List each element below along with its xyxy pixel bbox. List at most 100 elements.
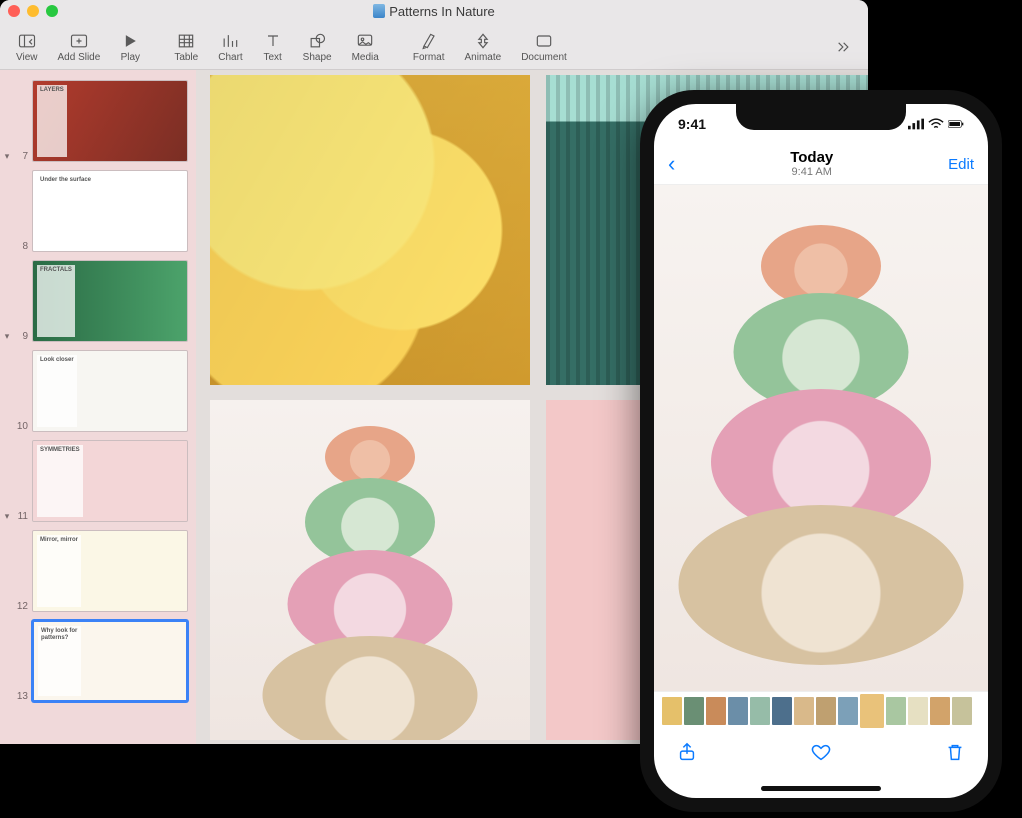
photo-strip-thumbnail[interactable] <box>838 697 858 725</box>
heart-icon <box>810 741 832 763</box>
slide-number: 13 <box>16 691 28 702</box>
slide-thumbnail[interactable]: 8 Under the surface <box>0 166 196 256</box>
document-label: Document <box>521 52 567 63</box>
photo-strip-thumbnail[interactable] <box>908 697 928 725</box>
back-button[interactable]: ‹ <box>668 151 675 177</box>
photo-strip-thumbnail[interactable] <box>750 697 770 725</box>
view-label: View <box>16 52 38 63</box>
image-honeycomb[interactable] <box>210 75 530 385</box>
table-icon <box>176 31 196 51</box>
photo-strip-thumbnail[interactable] <box>684 697 704 725</box>
slide-thumbnail-image[interactable]: SYMMETRIES <box>32 440 188 522</box>
chart-icon <box>220 31 240 51</box>
slide-thumbnail-image[interactable]: Mirror, mirror <box>32 530 188 612</box>
animate-button[interactable]: Animate <box>455 29 512 63</box>
photo-strip-thumbnail[interactable] <box>728 697 748 725</box>
media-label: Media <box>352 52 379 63</box>
slide-thumbnail-title: LAYERS <box>37 85 67 157</box>
window-titlebar: Patterns In Nature <box>0 0 868 22</box>
slide-thumbnail[interactable]: ▾ 9 FRACTALS <box>0 256 196 346</box>
close-window-button[interactable] <box>8 5 20 17</box>
document-icon <box>373 4 385 18</box>
slide-number: 10 <box>16 421 28 432</box>
favorite-button[interactable] <box>810 741 832 768</box>
home-indicator[interactable] <box>654 778 988 798</box>
photo-strip-thumbnail[interactable] <box>662 697 682 725</box>
play-button[interactable]: Play <box>110 29 150 63</box>
document-title: Patterns In Nature <box>58 4 810 19</box>
photo-title-time: 9:41 AM <box>792 166 832 179</box>
shape-label: Shape <box>303 52 332 63</box>
delete-button[interactable] <box>944 741 966 768</box>
slide-number: 9 <box>16 331 28 342</box>
toolbar-overflow-button[interactable] <box>822 35 862 57</box>
slide-thumbnail[interactable]: 10 Look closer <box>0 346 196 436</box>
chart-button[interactable]: Chart <box>208 29 252 63</box>
play-icon <box>120 31 140 51</box>
photos-nav-header: ‹ Today 9:41 AM Edit <box>654 144 988 184</box>
slide-thumbnail-title: SYMMETRIES <box>37 445 83 517</box>
photo-thumbnail-strip[interactable] <box>654 692 988 730</box>
minimize-window-button[interactable] <box>27 5 39 17</box>
share-button[interactable] <box>676 741 698 768</box>
format-button[interactable]: Format <box>403 29 455 63</box>
animate-icon <box>473 31 493 51</box>
slide-thumbnail-image[interactable]: FRACTALS <box>32 260 188 342</box>
photo-title-day: Today <box>790 149 833 166</box>
view-button[interactable]: View <box>6 29 48 63</box>
document-title-text: Patterns In Nature <box>389 4 495 19</box>
plus-icon <box>69 31 89 51</box>
photo-strip-thumbnail[interactable] <box>816 697 836 725</box>
slide-thumbnail-image[interactable]: Look closer <box>32 350 188 432</box>
photo-strip-thumbnail[interactable] <box>706 697 726 725</box>
slide-navigator[interactable]: ▾7LAYERS 8 Under the surface ▾ 9 FRACTALS 10 Lo… <box>0 70 196 744</box>
slide-thumbnail-image[interactable]: Under the surface <box>32 170 188 252</box>
disclosure-triangle-icon[interactable]: ▾ <box>2 151 12 162</box>
photo-strip-thumbnail[interactable] <box>952 697 972 725</box>
battery-icon <box>948 118 964 130</box>
iphone-frame: 9:41 ‹ Today 9:41 AM Edit <box>640 90 1002 812</box>
slide-number: 8 <box>16 241 28 252</box>
disclosure-triangle-icon[interactable]: ▾ <box>2 331 12 342</box>
slide-thumbnail-title: Why look for patterns? <box>38 626 81 696</box>
view-icon <box>17 31 37 51</box>
format-icon <box>419 31 439 51</box>
document-button[interactable]: Document <box>511 29 577 63</box>
photo-strip-thumbnail[interactable] <box>886 697 906 725</box>
media-icon <box>355 31 375 51</box>
photo-strip-thumbnail[interactable] <box>794 697 814 725</box>
slide-thumbnail[interactable]: ▾7LAYERS <box>0 76 196 166</box>
photo-action-bar <box>654 730 988 778</box>
slide-thumbnail-image[interactable]: Why look for patterns? <box>32 620 188 702</box>
slide-thumbnail[interactable]: ▾ 11 SYMMETRIES <box>0 436 196 526</box>
photo-strip-thumbnail[interactable] <box>860 694 884 728</box>
disclosure-triangle-icon[interactable]: ▾ <box>2 511 12 522</box>
slide-thumbnail[interactable]: 12 Mirror, mirror <box>0 526 196 616</box>
cellular-icon <box>908 118 924 130</box>
iphone-screen: 9:41 ‹ Today 9:41 AM Edit <box>654 104 988 798</box>
share-icon <box>676 741 698 763</box>
photo-strip-thumbnail[interactable] <box>930 697 950 725</box>
slide-number: 11 <box>16 511 28 522</box>
slide-thumbnail-title: Look closer <box>37 355 77 427</box>
slide-thumbnail[interactable]: 13 Why look for patterns? <box>0 616 196 706</box>
slide-thumbnail-image[interactable]: LAYERS <box>32 80 188 162</box>
edit-button[interactable]: Edit <box>948 156 974 173</box>
chart-label: Chart <box>218 52 242 63</box>
slide-thumbnail-title: Under the surface <box>37 175 94 247</box>
wifi-icon <box>928 118 944 130</box>
slide-thumbnail-title: FRACTALS <box>37 265 75 337</box>
photo-strip-thumbnail[interactable] <box>772 697 792 725</box>
add-slide-button[interactable]: Add Slide <box>48 29 111 63</box>
text-label: Text <box>264 52 282 63</box>
animate-label: Animate <box>465 52 502 63</box>
slide-thumbnail-title: Mirror, mirror <box>37 535 81 607</box>
table-button[interactable]: Table <box>164 29 208 63</box>
slide-number: 12 <box>16 601 28 612</box>
shape-button[interactable]: Shape <box>293 29 342 63</box>
media-button[interactable]: Media <box>342 29 389 63</box>
fullscreen-window-button[interactable] <box>46 5 58 17</box>
text-button[interactable]: Text <box>253 29 293 63</box>
photo-viewer[interactable] <box>654 184 988 692</box>
image-sea-urchin-stack[interactable] <box>210 400 530 740</box>
